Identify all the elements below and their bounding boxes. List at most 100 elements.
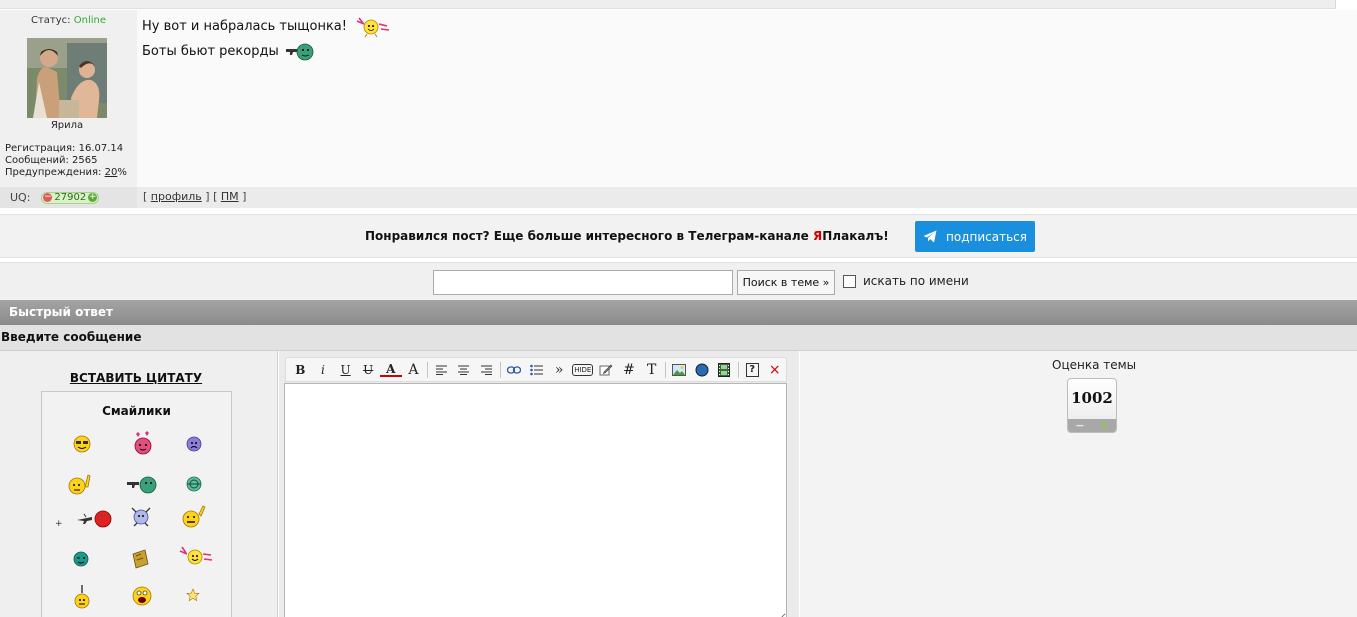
rock-smiley-icon[interactable] [179, 504, 207, 530]
enter-message-header: Введите сообщение [0, 325, 1357, 351]
link-icon [506, 365, 521, 374]
uq-badge: − 27902 + [41, 191, 100, 204]
toolbar-separator [426, 361, 428, 378]
font-color-button[interactable]: A [379, 362, 403, 377]
cool-smiley-icon[interactable] [72, 434, 92, 454]
help-button[interactable]: ? [741, 360, 764, 380]
video-button[interactable] [713, 360, 736, 380]
sad-smiley-icon[interactable] [184, 434, 204, 454]
rating-minus-button[interactable]: − [1075, 419, 1084, 432]
avatar[interactable] [27, 38, 107, 118]
topic-search-bar: Поиск в теме » искать по имени [0, 262, 1357, 300]
align-left-icon [435, 365, 447, 375]
warnings-suffix: % [117, 167, 127, 178]
post-links: [ профиль ] [ ПМ ] [143, 190, 246, 203]
help-icon: ? [745, 362, 759, 377]
flash-button[interactable] [691, 360, 714, 380]
post-line-1-text: Ну вот и набралась тыщонка! [142, 18, 347, 34]
uq-minus-button[interactable]: − [43, 193, 53, 202]
edit-button[interactable] [595, 360, 618, 380]
smileys-plus: + [55, 519, 63, 529]
search-by-name-checkbox[interactable] [843, 275, 856, 288]
bold-button[interactable]: B [289, 360, 312, 380]
status-value: Online [73, 15, 106, 26]
align-center-button[interactable] [452, 360, 475, 380]
telegram-icon [923, 230, 937, 243]
star-icon[interactable] [186, 588, 200, 602]
font-size-button[interactable]: A [402, 360, 425, 380]
box-smiley-icon[interactable] [127, 546, 153, 572]
rating-plus-button[interactable]: + [1099, 419, 1108, 432]
image-button[interactable] [668, 360, 691, 380]
gun-smiley-icon [285, 43, 314, 61]
shooting-smiley-icon[interactable] [76, 508, 112, 530]
uq-plus-button[interactable]: + [88, 193, 98, 202]
strikethrough-button[interactable]: U [357, 360, 380, 380]
link-button[interactable] [503, 360, 526, 380]
post-user-panel: Статус: Online Ярила Регистрация: 16.07.… [0, 10, 137, 187]
topic-search-input[interactable] [433, 270, 733, 295]
toolbar-separator [499, 361, 501, 378]
pm-link[interactable]: ПМ [221, 190, 239, 203]
pencil-icon [599, 364, 613, 375]
post-body: Ну вот и набралась тыщонка! Боты бьют ре… [137, 10, 1357, 187]
top-strip [0, 0, 1357, 9]
promo-brand-red: Я [813, 229, 823, 243]
warnings: Предупреждения: 20% [5, 167, 127, 178]
promo-text-main: Понравился пост? Еще больше интересного … [365, 229, 814, 243]
username[interactable]: Ярила [0, 120, 134, 131]
topic-rating-label: Оценка темы [1052, 358, 1137, 372]
post-line-2-text: Боты бьют рекорды [142, 43, 279, 59]
hide-label: HIDE [572, 363, 594, 376]
rating-column: Оценка темы 1002 − + [800, 351, 1357, 617]
uq-label: UQ: [10, 191, 31, 204]
quick-reply-header: Быстрый ответ [0, 300, 1357, 325]
profile-link[interactable]: профиль [151, 190, 202, 203]
warnings-label: Предупреждения: [5, 167, 102, 178]
list-button[interactable] [525, 360, 548, 380]
close-button[interactable]: × [763, 360, 786, 380]
thinking-smiley-icon[interactable] [66, 469, 94, 497]
warnings-value[interactable]: 20 [105, 167, 118, 178]
search-by-name-label[interactable]: искать по имени [863, 274, 969, 288]
subscribe-button-label: подписаться [946, 229, 1027, 244]
love-smiley-icon[interactable] [131, 430, 155, 456]
wink-smiley-icon[interactable] [72, 550, 90, 568]
post-line-2: Боты бьют рекорды [142, 40, 315, 62]
italic-button[interactable]: i [312, 360, 335, 380]
compass-icon [695, 363, 709, 376]
topic-search-button[interactable]: Поиск в теме » [737, 270, 835, 295]
alien-smiley-icon[interactable] [183, 473, 205, 495]
topic-rating-widget: 1002 − + [1067, 378, 1117, 433]
gun-smiley-icon[interactable] [126, 474, 158, 496]
film-icon [718, 362, 731, 377]
promo-text: Понравился пост? Еще больше интересного … [365, 229, 889, 243]
insert-quote-link[interactable]: ВСТАВИТЬ ЦИТАТУ [0, 371, 272, 385]
post-footer-right: [ профиль ] [ ПМ ] [137, 187, 1357, 208]
hide-button[interactable]: HIDE [570, 360, 595, 380]
topic-rating-value: 1002 [1071, 389, 1113, 407]
align-right-button[interactable] [475, 360, 498, 380]
hashtag-button[interactable]: # [618, 360, 641, 380]
align-center-icon [458, 365, 470, 375]
text-button[interactable]: T [640, 360, 663, 380]
status-label: Статус: [31, 15, 71, 26]
smileys-panel: Смайлики + [41, 391, 232, 617]
image-icon [672, 363, 687, 376]
editor-toolbar: B i U U A A » HIDE # T ? × [285, 357, 787, 382]
align-left-button[interactable] [430, 360, 453, 380]
uq-rating: UQ: − 27902 + [10, 191, 100, 204]
bomb-smiley-icon[interactable] [72, 584, 92, 610]
quote-button[interactable]: » [548, 360, 571, 380]
align-right-icon [480, 365, 492, 375]
subscribe-button[interactable]: подписаться [915, 221, 1035, 252]
bouncing-smiley-icon[interactable] [128, 504, 154, 530]
uq-value: 27902 [54, 192, 87, 203]
toolbar-separator [737, 361, 739, 378]
shocked-smiley-icon[interactable] [130, 583, 154, 609]
dancing-smiley-icon [356, 17, 390, 37]
message-textarea[interactable] [284, 383, 787, 617]
bracket-close: ] [242, 190, 247, 203]
dancing-smiley-icon[interactable] [175, 543, 215, 569]
underline-button[interactable]: U [334, 360, 357, 380]
